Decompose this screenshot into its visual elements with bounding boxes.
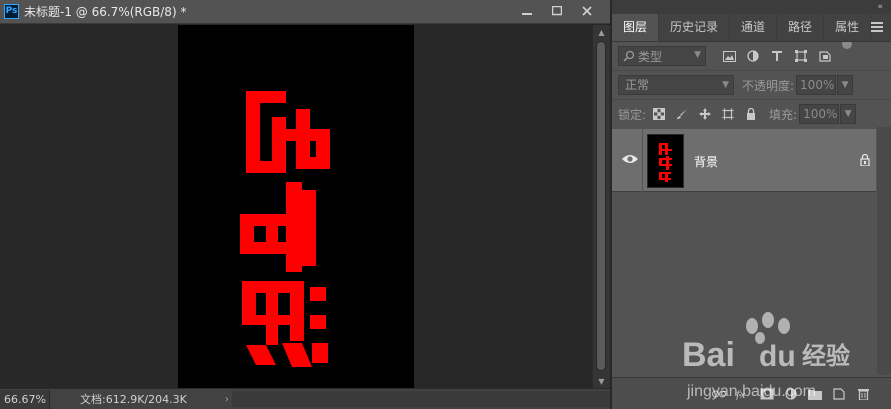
maximize-button[interactable] (542, 2, 572, 20)
document-canvas[interactable] (178, 25, 414, 388)
filter-pixel-icon[interactable] (720, 47, 738, 65)
panel-collapse-icon[interactable]: « (612, 0, 891, 14)
canvas-area[interactable] (0, 25, 592, 388)
filter-kind-label: 类型 (638, 49, 663, 64)
eye-icon[interactable] (622, 153, 638, 165)
panel-menu-icon[interactable] (871, 22, 883, 32)
lock-move-icon[interactable] (696, 105, 714, 123)
fx-icon[interactable]: fx (733, 384, 753, 404)
filter-row: 类型 ▼ (612, 39, 891, 71)
layers-panel: « 图层 历史记录 通道 路径 属性 类型 ▼ 正常 ▼ 不透明度: 100% … (612, 0, 891, 409)
blend-row: 正常 ▼ 不透明度: 100% ▼ (612, 71, 891, 100)
chevron-down-icon: ▼ (694, 50, 701, 60)
minimize-button[interactable] (512, 2, 542, 20)
tab-properties[interactable]: 属性 (824, 14, 872, 41)
layer-thumbnail[interactable] (647, 134, 684, 188)
lock-label: 锁定: (618, 107, 647, 122)
document-title: 未标题-1 @ 66.7%(RGB/8) * (24, 5, 187, 19)
panel-tabs: 图层 历史记录 通道 路径 属性 (612, 14, 891, 42)
canvas-glyph-2 (240, 182, 316, 272)
document-window: Ps 未标题-1 @ 66.7%(RGB/8) * ▲ ▼ 66.67% 文档:… (0, 0, 610, 409)
lock-icon (860, 154, 870, 166)
delete-layer-icon[interactable] (853, 384, 873, 404)
minimize-icon (522, 13, 532, 15)
status-bar: 66.67% 文档:612.9K/204.3K › (0, 388, 610, 409)
fill-dropdown-icon[interactable]: ▼ (840, 104, 857, 124)
visibility-divider (642, 129, 643, 192)
horizontal-scrollbar[interactable] (232, 391, 610, 407)
tab-history[interactable]: 历史记录 (659, 14, 731, 41)
chevron-down-icon: ▼ (722, 80, 729, 90)
opacity-field[interactable]: 100% (796, 75, 837, 95)
opacity-dropdown-icon[interactable]: ▼ (837, 75, 854, 95)
scroll-up-icon[interactable]: ▲ (593, 25, 610, 39)
new-group-icon[interactable] (805, 384, 825, 404)
tab-layers[interactable]: 图层 (612, 14, 660, 41)
canvas-glyph-3 (242, 281, 328, 367)
filter-smartobject-icon[interactable] (816, 47, 834, 65)
close-icon (582, 6, 592, 16)
lock-row: 锁定: 填充: 100% ▼ (612, 100, 891, 129)
document-titlebar[interactable]: Ps 未标题-1 @ 66.7%(RGB/8) * (0, 0, 610, 24)
photoshop-logo-icon: Ps (4, 4, 19, 19)
fill-field[interactable]: 100% (799, 104, 840, 124)
layer-row[interactable]: 背景 (612, 129, 876, 192)
blend-mode-select[interactable]: 正常 ▼ (618, 75, 734, 95)
adjustment-layer-icon[interactable] (781, 384, 801, 404)
layers-list: 背景 (612, 127, 891, 375)
window-controls (512, 2, 602, 20)
opacity-label: 不透明度: (742, 78, 795, 93)
filter-shape-icon[interactable] (792, 47, 810, 65)
panel-scrollbar[interactable] (877, 127, 891, 375)
panel-footer: fx (612, 377, 891, 409)
filter-adjustment-icon[interactable] (744, 47, 762, 65)
tab-paths[interactable]: 路径 (777, 14, 825, 41)
photoshop-window: Ps 未标题-1 @ 66.7%(RGB/8) * ▲ ▼ 66.67% 文档:… (0, 0, 891, 409)
svg-text:fx: fx (736, 390, 746, 400)
close-button[interactable] (572, 2, 602, 20)
tab-channels[interactable]: 通道 (730, 14, 778, 41)
new-layer-icon[interactable] (829, 384, 849, 404)
fill-label: 填充: (769, 107, 798, 122)
zoom-level-field[interactable]: 66.67% (0, 389, 50, 409)
lock-transparent-icon[interactable] (650, 105, 668, 123)
add-mask-icon[interactable] (757, 384, 777, 404)
layer-name[interactable]: 背景 (694, 153, 718, 170)
lock-all-icon[interactable] (742, 105, 760, 123)
scroll-thumb[interactable] (596, 41, 606, 371)
maximize-icon (552, 6, 562, 16)
lock-artboard-icon[interactable] (719, 105, 737, 123)
link-layers-icon[interactable] (709, 384, 729, 404)
scroll-down-icon[interactable]: ▼ (593, 374, 610, 388)
layer-filter-select[interactable]: 类型 ▼ (618, 46, 706, 66)
status-menu-arrow-icon[interactable]: › (225, 394, 229, 405)
canvas-glyph-1 (246, 91, 330, 173)
blend-mode-value: 正常 (625, 78, 650, 92)
document-info: 文档:612.9K/204.3K (80, 393, 187, 406)
filter-type-icon[interactable] (768, 47, 786, 65)
lock-brush-icon[interactable] (673, 105, 691, 123)
search-icon (623, 50, 635, 62)
vertical-scrollbar[interactable]: ▲ ▼ (592, 25, 610, 388)
